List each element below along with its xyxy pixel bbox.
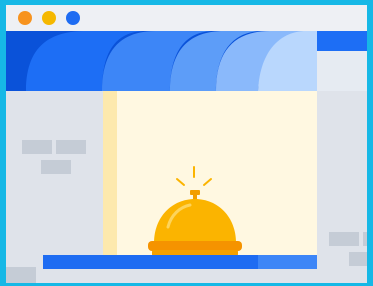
title-bar bbox=[6, 5, 367, 31]
brick bbox=[22, 140, 52, 154]
brick bbox=[56, 140, 86, 154]
brick bbox=[363, 232, 367, 246]
close-button[interactable] bbox=[18, 11, 32, 25]
app-window bbox=[6, 5, 367, 283]
storefront-svg bbox=[6, 31, 367, 283]
brick bbox=[349, 252, 367, 266]
storefront-illustration bbox=[6, 31, 367, 283]
counter-edge bbox=[258, 255, 317, 269]
brick bbox=[41, 160, 71, 174]
minimize-button[interactable] bbox=[42, 11, 56, 25]
window-frame bbox=[103, 91, 117, 261]
brick bbox=[6, 267, 36, 283]
maximize-button[interactable] bbox=[66, 11, 80, 25]
brick bbox=[329, 232, 359, 246]
awning-edge-top bbox=[317, 31, 367, 51]
bell-rim bbox=[148, 241, 242, 251]
awning bbox=[6, 31, 367, 91]
